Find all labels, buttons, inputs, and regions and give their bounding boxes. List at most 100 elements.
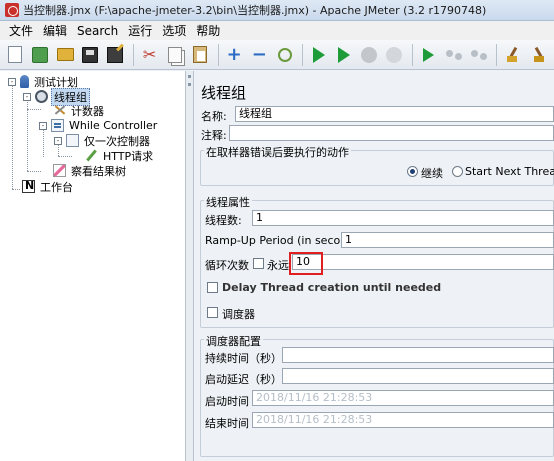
toolbar-separator bbox=[411, 43, 413, 66]
tree-node-workbench[interactable]: 工作台 bbox=[22, 179, 75, 194]
toolbar-separator bbox=[496, 43, 498, 66]
stop-button[interactable] bbox=[360, 45, 379, 65]
thread-group-icon bbox=[35, 90, 48, 103]
cut-button[interactable]: ✂ bbox=[140, 45, 159, 65]
menu-run[interactable]: 运行 bbox=[123, 22, 157, 39]
remote-stop-button[interactable] bbox=[444, 45, 463, 65]
startup-delay-input[interactable] bbox=[282, 368, 554, 384]
scheduler-label: 调度器 bbox=[222, 308, 255, 321]
split-pane-divider[interactable] bbox=[186, 71, 194, 461]
clear-icon bbox=[505, 47, 521, 63]
save-button[interactable] bbox=[81, 45, 100, 65]
http-sampler-icon bbox=[85, 149, 98, 162]
continue-label: 继续 bbox=[421, 167, 443, 180]
start-next-thread-loop-radio[interactable] bbox=[452, 166, 463, 177]
collapse-toggle[interactable]: - bbox=[54, 136, 62, 145]
continue-radio[interactable] bbox=[407, 166, 418, 177]
clear-button[interactable] bbox=[503, 45, 522, 65]
menu-options[interactable]: 选项 bbox=[157, 22, 191, 39]
start-no-pause-icon bbox=[337, 46, 350, 63]
toolbar-separator bbox=[133, 43, 134, 66]
toggle-icon bbox=[277, 47, 292, 62]
save-as-button[interactable] bbox=[106, 45, 125, 65]
tree-node-label: While Controller bbox=[69, 119, 158, 132]
expand-icon: + bbox=[226, 44, 242, 65]
scheduler-checkbox[interactable] bbox=[207, 307, 218, 318]
new-button[interactable] bbox=[5, 45, 24, 65]
templates-icon bbox=[31, 46, 48, 63]
result-tree-icon bbox=[53, 164, 66, 177]
shutdown-button[interactable] bbox=[385, 45, 404, 65]
jmeter-window: 当控制器.jmx (F:\apache-jmeter-3.2\bin\当控制器.… bbox=[0, 0, 554, 461]
tree-node-label: HTTP请求 bbox=[103, 149, 154, 163]
tree-connector bbox=[12, 189, 20, 190]
menu-edit[interactable]: 编辑 bbox=[38, 22, 72, 39]
tree-node-http-request[interactable]: HTTP请求 bbox=[85, 148, 155, 163]
tree-node-once-only-controller[interactable]: - 仅一次控制器 bbox=[54, 133, 152, 148]
start-no-pause-button[interactable] bbox=[334, 45, 353, 65]
save-icon bbox=[82, 46, 99, 63]
menu-file[interactable]: 文件 bbox=[4, 22, 38, 39]
end-time-label: 结束时间 bbox=[205, 417, 249, 430]
loop-forever-checkbox[interactable] bbox=[253, 258, 264, 269]
collapse-all-button[interactable]: − bbox=[250, 44, 269, 65]
tree-node-result-tree[interactable]: 察看结果树 bbox=[53, 163, 128, 178]
remote-shutdown-button[interactable] bbox=[469, 45, 488, 65]
tree-node-counter[interactable]: 计数器 bbox=[53, 103, 106, 118]
open-button[interactable] bbox=[55, 45, 74, 65]
collapse-toggle[interactable]: - bbox=[23, 92, 31, 101]
end-time-input[interactable]: 2018/11/16 21:28:53 bbox=[252, 412, 554, 428]
toolbar-separator bbox=[217, 43, 219, 66]
clear-all-icon bbox=[530, 47, 546, 63]
window-title: 当控制器.jmx (F:\apache-jmeter-3.2\bin\当控制器.… bbox=[23, 4, 487, 17]
remote-stop-icon bbox=[445, 49, 462, 60]
menu-bar: 文件 编辑 Search 运行 选项 帮助 bbox=[0, 21, 554, 40]
tree-node-while-controller[interactable]: - While Controller bbox=[39, 118, 159, 133]
while-controller-icon bbox=[51, 119, 64, 132]
test-plan-tree: - 测试计划 - 线程组 计数器 - While Controller - 仅一… bbox=[0, 71, 186, 461]
start-button[interactable] bbox=[309, 45, 328, 65]
startup-delay-label: 启动延迟（秒） bbox=[205, 373, 282, 386]
loop-count-input[interactable]: 10 bbox=[292, 254, 554, 270]
panel-title: 线程组 bbox=[201, 84, 247, 102]
shutdown-icon bbox=[386, 46, 403, 63]
name-input[interactable]: 线程组 bbox=[235, 106, 554, 122]
toolbar-separator bbox=[302, 43, 304, 66]
menu-search[interactable]: Search bbox=[72, 24, 123, 38]
grip-icon bbox=[188, 75, 191, 78]
paste-button[interactable] bbox=[190, 45, 209, 65]
loop-count-label: 循环次数 bbox=[205, 259, 249, 272]
copy-button[interactable] bbox=[165, 45, 184, 65]
start-time-input[interactable]: 2018/11/16 21:28:53 bbox=[252, 390, 554, 406]
delay-thread-creation-checkbox[interactable] bbox=[207, 282, 218, 293]
menu-help[interactable]: 帮助 bbox=[191, 22, 225, 39]
tree-node-label: 计数器 bbox=[71, 104, 104, 118]
thread-group-panel: 线程组 名称: 线程组 注释: 在取样器错误后要执行的动作 继续 Start N… bbox=[195, 71, 554, 461]
tree-connector bbox=[27, 171, 41, 172]
collapse-toggle[interactable]: - bbox=[8, 77, 16, 86]
start-icon bbox=[312, 46, 325, 63]
tree-connector bbox=[12, 83, 13, 189]
loop-count-highlight-box bbox=[289, 252, 323, 275]
expand-all-button[interactable]: + bbox=[225, 44, 244, 65]
remote-shutdown-icon bbox=[470, 49, 487, 60]
ramp-up-input[interactable]: 1 bbox=[341, 232, 554, 248]
tree-node-label: 察看结果树 bbox=[71, 164, 126, 178]
duration-input[interactable] bbox=[282, 347, 554, 363]
threads-input[interactable]: 1 bbox=[252, 210, 554, 226]
collapse-toggle[interactable]: - bbox=[39, 121, 47, 130]
thread-properties-title: 线程属性 bbox=[204, 194, 252, 210]
remote-start-all-icon bbox=[422, 47, 434, 62]
comment-input[interactable] bbox=[229, 125, 554, 141]
grip-icon bbox=[188, 83, 191, 86]
delay-thread-creation-label: Delay Thread creation until needed bbox=[222, 281, 442, 294]
sampler-error-action-title: 在取样器错误后要执行的动作 bbox=[204, 144, 351, 160]
jmeter-app-icon bbox=[5, 3, 19, 17]
comment-label: 注释: bbox=[201, 129, 227, 142]
tree-connector bbox=[43, 129, 44, 157]
paste-icon bbox=[192, 46, 207, 63]
toggle-button[interactable] bbox=[275, 45, 294, 65]
remote-start-all-button[interactable] bbox=[419, 45, 438, 65]
templates-button[interactable] bbox=[30, 45, 49, 65]
clear-all-button[interactable] bbox=[529, 45, 548, 65]
